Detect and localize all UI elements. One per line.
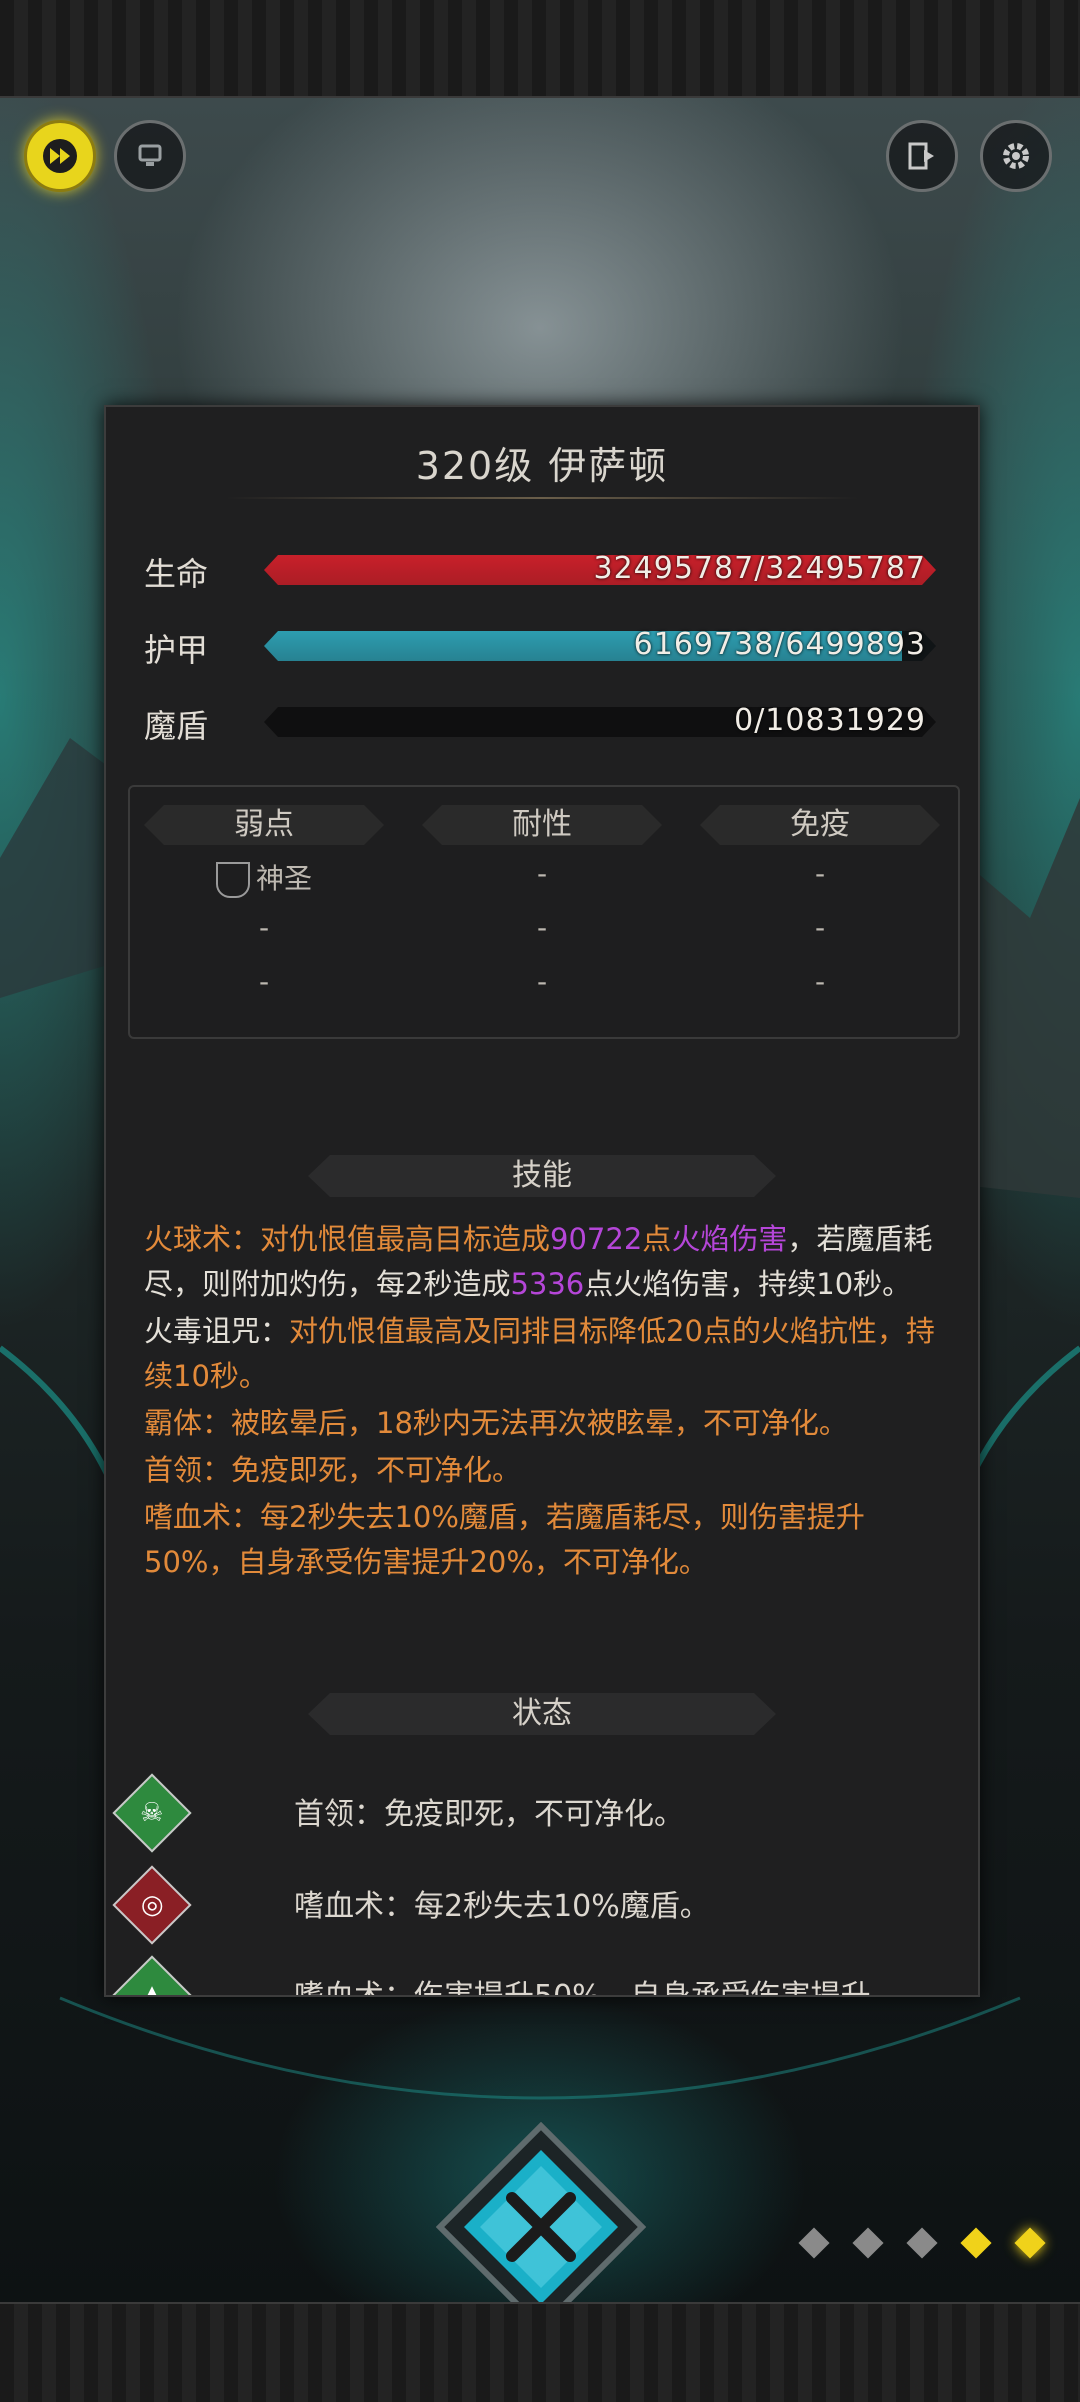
skill-boss: 首领：免疫即死，不可净化。 — [144, 1453, 522, 1487]
skill-fireball-text-b: 点 — [642, 1222, 672, 1256]
up-arrow-icon: ▲ — [112, 1955, 192, 1995]
monitor-refresh-icon — [138, 144, 162, 166]
status-row-bloodthirst: ◎ 嗜血术：每2秒失去10%魔盾。 — [112, 1865, 944, 1945]
skull-icon: ☠ — [112, 1773, 192, 1853]
status-text: 嗜血术：伤害提升50%，自身承受伤害提升 — [294, 1979, 871, 1997]
blood-swirl-icon: ◎ — [112, 1865, 192, 1945]
tolerance-cell-1: - — [536, 857, 548, 890]
title-divider — [226, 497, 858, 499]
skill-fire-curse-name: 火毒诅咒： — [144, 1314, 290, 1348]
armor-value: 6169738/6499893 — [633, 627, 926, 662]
fast-forward-icon — [43, 139, 77, 173]
skill-super-armor: 霸体：被眩晕后，18秒内无法再次被眩晕，不可净化。 — [144, 1406, 848, 1440]
status-row-boss: ☠ 首领：免疫即死，不可净化。 — [112, 1773, 944, 1853]
enemy-name-level: 320级 伊萨顿 — [415, 444, 669, 488]
skill-fireball-text-a: 对仇恨值最高目标造成 — [260, 1222, 551, 1256]
weakness-cell-2: - — [258, 911, 270, 944]
skill-fireball-name: 火球术： — [144, 1222, 261, 1256]
skills-heading: 技能 — [308, 1155, 776, 1197]
top-frame — [0, 0, 1080, 98]
skills-list: 火球术：对仇恨值最高目标造成90722点火焰伤害，若魔盾耗尽，则附加灼伤，每2秒… — [144, 1217, 944, 1587]
skill-fireball-text-d: 点火焰伤害，持续10秒。 — [584, 1267, 912, 1301]
weakness-value-1: 神圣 — [255, 862, 312, 895]
status-text: 嗜血术：每2秒失去10%魔盾。 — [294, 1889, 710, 1924]
weakness-cell-3: - — [258, 965, 270, 998]
shield-label: 魔盾 — [144, 707, 209, 745]
holy-shield-icon — [215, 862, 250, 898]
weakness-cell-1: 神圣 — [144, 857, 384, 898]
skill-bloodthirst: 嗜血术：每2秒失去10%魔盾，若魔盾耗尽，则伤害提升50%，自身承受伤害提升20… — [144, 1500, 865, 1579]
auto-battle-button[interactable] — [114, 120, 186, 192]
fast-forward-button[interactable] — [24, 120, 96, 192]
skill-fireball-burn-damage: 5336 — [510, 1267, 585, 1301]
armor-label: 护甲 — [144, 631, 209, 669]
close-button[interactable] — [436, 2122, 646, 2332]
exit-door-icon — [908, 142, 934, 170]
resistance-table: 弱点 耐性 免疫 神圣 - - - - - - - - — [128, 785, 960, 1039]
skill-fireball: 火球术：对仇恨值最高目标造成90722点火焰伤害，若魔盾耗尽，则附加灼伤，每2秒… — [144, 1217, 944, 1307]
skill-fire-curse: 火毒诅咒：对仇恨值最高及同排目标降低20点的火焰抗性，持续10秒。 — [144, 1309, 944, 1399]
gear-icon — [1003, 143, 1029, 169]
status-heading: 状态 — [308, 1693, 776, 1735]
status-text: 首领：免疫即死，不可净化。 — [294, 1797, 684, 1832]
tolerance-cell-3: - — [536, 965, 548, 998]
immunity-cell-3: - — [814, 965, 826, 998]
status-row-bloodthirst-buff: ▲ 嗜血术：伤害提升50%，自身承受伤害提升 — [112, 1955, 944, 1997]
hp-value: 32495787/32495787 — [593, 551, 926, 586]
skill-fireball-damage-type: 火焰伤害 — [671, 1222, 788, 1256]
hp-label: 生命 — [144, 555, 209, 593]
shield-value: 0/10831929 — [734, 703, 926, 738]
settings-button[interactable] — [980, 120, 1052, 192]
exit-battle-button[interactable] — [886, 120, 958, 192]
weakness-header: 弱点 — [144, 805, 384, 845]
tolerance-cell-2: - — [536, 911, 548, 944]
enemy-info-panel: 320级 伊萨顿 生命 32495787/32495787 护甲 6169738… — [104, 405, 980, 1997]
immunity-cell-1: - — [814, 857, 826, 890]
skill-fireball-damage: 90722 — [550, 1222, 643, 1256]
immunity-header: 免疫 — [700, 805, 940, 845]
bottom-frame — [0, 2302, 1080, 2402]
tolerance-header: 耐性 — [422, 805, 662, 845]
immunity-cell-2: - — [814, 911, 826, 944]
